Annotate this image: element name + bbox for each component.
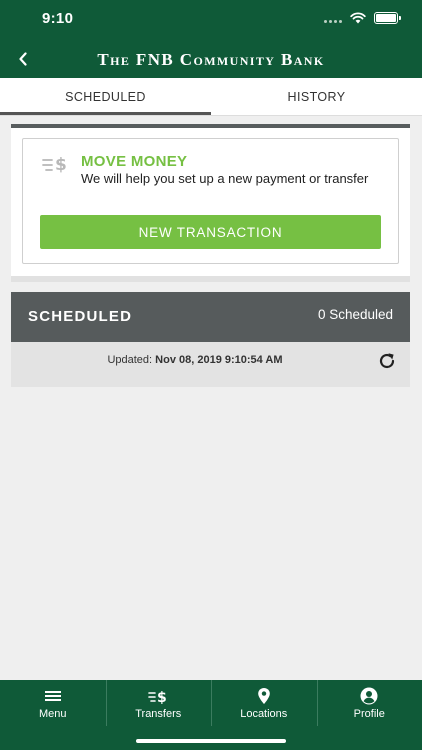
nav-profile-label: Profile [353,708,385,720]
menu-icon [44,691,61,701]
updated-value: Nov 08, 2019 9:10:54 AM [155,354,283,366]
svg-text:$: $ [55,155,67,175]
tab-scheduled[interactable]: SCHEDULED [0,78,211,115]
refresh-button[interactable] [376,350,398,372]
scheduled-count: 0 Scheduled [317,307,393,322]
nav-locations-label: Locations [240,708,288,720]
scheduled-title: SCHEDULED [28,308,133,325]
new-transaction-button[interactable]: NEW TRANSACTION [40,215,381,249]
move-money-title: MOVE MONEY [81,153,188,170]
move-money-card: $ MOVE MONEY We will help you set up a n… [22,138,399,264]
move-money-description: We will help you set up a new payment or… [81,171,369,186]
tab-history[interactable]: HISTORY [211,78,422,115]
cellular-signal-icon [324,13,342,23]
nav-menu-label: Menu [38,708,67,720]
location-pin-icon [257,688,270,704]
page-title: The FNB Community Bank [97,50,325,69]
nav-menu[interactable]: Menu [0,680,106,726]
transfers-icon: $ [148,690,167,704]
status-time: 9:10 [42,10,74,27]
app-header: The FNB Community Bank [0,40,422,78]
transfer-dollar-icon: $ [42,155,67,175]
nav-profile[interactable]: Profile [316,680,422,726]
tab-bar: SCHEDULED HISTORY [0,78,422,116]
svg-text:$: $ [157,690,167,704]
refresh-icon [379,353,395,369]
battery-icon [374,12,401,24]
wifi-icon [350,12,366,24]
status-bar: 9:10 [0,0,422,40]
updated-label: Updated: [107,354,153,366]
scheduled-updated-bar: Updated: Nov 08, 2019 9:10:54 AM [11,342,410,387]
scheduled-section-header: SCHEDULED 0 Scheduled [11,292,410,342]
nav-transfers-label: Transfers [135,708,182,720]
updated-timestamp: Updated: Nov 08, 2019 9:10:54 AM [11,354,379,366]
status-icons [324,12,401,24]
move-money-panel: $ MOVE MONEY We will help you set up a n… [11,124,410,282]
nav-transfers[interactable]: $ Transfers [105,680,212,726]
home-indicator[interactable] [136,739,286,743]
profile-icon [360,687,378,705]
nav-locations[interactable]: Locations [211,680,317,726]
